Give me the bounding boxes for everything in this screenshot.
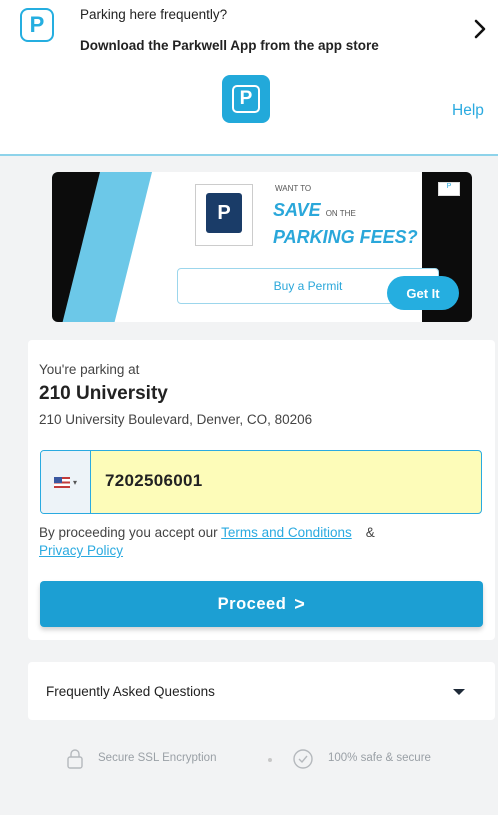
ad-save-line: SAVE ON THE [273, 200, 356, 221]
ad-on-the: ON THE [325, 209, 356, 218]
consent-prefix: By proceeding you accept our [39, 525, 218, 540]
chevron-down-icon: ▾ [72, 477, 77, 487]
phone-field[interactable]: ▾ 7202506001 [40, 450, 482, 514]
consent-ampersand: & [365, 525, 375, 540]
ad-save: SAVE [273, 200, 321, 220]
banner-headline: Parking here frequently? [80, 7, 228, 22]
parkwell-banner-logo: P [20, 8, 54, 42]
parking-sign-letter: P [206, 193, 242, 233]
location-address: 210 University Boulevard, Denver, CO, 80… [39, 412, 313, 427]
privacy-policy-link[interactable]: Privacy Policy [39, 543, 123, 558]
location-name: 210 University [39, 383, 168, 404]
us-flag-icon [53, 476, 70, 488]
ssl-encryption-text: Secure SSL Encryption [98, 752, 217, 764]
chevron-right-icon[interactable] [470, 14, 490, 44]
permit-promo-ad[interactable]: P WANT TO SAVE ON THE PARKING FEES? P Bu… [52, 172, 472, 322]
parkwell-logo: P [222, 75, 270, 123]
separator-dot [268, 758, 272, 762]
ad-decor-stripe [62, 172, 152, 322]
phone-number-input[interactable]: 7202506001 [105, 471, 203, 491]
parking-sign-icon: P [195, 184, 253, 246]
parking-card: You're parking at 210 University 210 Uni… [28, 340, 495, 640]
caret-down-icon [453, 689, 465, 695]
country-code-select[interactable]: ▾ [41, 451, 91, 513]
ad-parking-fees: PARKING FEES? [273, 227, 418, 247]
safe-secure-text: 100% safe & secure [328, 752, 431, 764]
proceed-label: Proceed [217, 594, 287, 613]
faq-accordion[interactable]: Frequently Asked Questions [28, 662, 495, 720]
security-badges: Secure SSL Encryption 100% safe & secure [0, 740, 498, 780]
header: P Help [0, 64, 498, 156]
proceed-button[interactable]: Proceed > [40, 581, 483, 627]
parkwell-logo-letter: P [232, 85, 260, 113]
terms-link[interactable]: Terms and Conditions [221, 525, 352, 540]
parking-at-label: You're parking at [39, 362, 140, 377]
help-link[interactable]: Help [452, 102, 484, 120]
get-it-button[interactable]: Get It [387, 276, 459, 310]
ad-content: P WANT TO SAVE ON THE PARKING FEES? P Bu… [62, 172, 460, 322]
ad-mini-logo: P [438, 182, 460, 196]
banner-subtext: Download the Parkwell App from the app s… [80, 38, 379, 53]
app-download-banner[interactable]: P Parking here frequently? Download the … [0, 0, 498, 64]
check-circle-icon [293, 749, 313, 769]
chevron-right-icon: > [294, 593, 306, 614]
consent-text: By proceeding you accept our Terms and C… [39, 524, 484, 560]
ad-want-to: WANT TO [275, 184, 312, 193]
lock-icon [67, 749, 83, 769]
banner-logo-letter: P [29, 12, 45, 37]
faq-label: Frequently Asked Questions [46, 684, 215, 699]
